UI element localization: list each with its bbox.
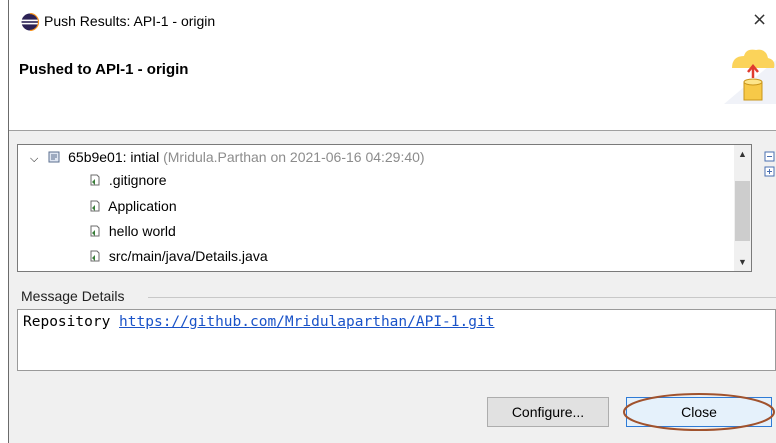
section-divider — [148, 297, 776, 298]
file-label: Application — [108, 198, 177, 214]
collapse-all-icon[interactable] — [764, 151, 775, 162]
commit-icon — [48, 151, 60, 163]
commit-meta: (Mridula.Parthan on 2021-06-16 04:29:40) — [163, 149, 425, 165]
tree-row-file[interactable]: hello world — [89, 220, 176, 242]
header-area — [9, 44, 776, 130]
repository-prefix: Repository — [23, 314, 111, 330]
java-file-icon — [90, 250, 100, 262]
message-text: Repository https://github.com/Mridulapar… — [23, 314, 494, 330]
expand-all-icon[interactable] — [764, 166, 775, 177]
configure-button[interactable]: Configure... — [487, 397, 609, 427]
commit-label: 65b9e01: intial — [68, 149, 160, 165]
file-icon — [90, 174, 100, 186]
file-label: src/main/java/Details.java — [108, 248, 268, 264]
message-details-label: Message Details — [21, 288, 125, 304]
tree-row-file[interactable]: src/main/java/Details.java — [89, 245, 268, 267]
scroll-down-icon[interactable]: ▼ — [734, 255, 751, 269]
file-label: hello world — [108, 223, 176, 239]
file-label: .gitignore — [108, 172, 167, 188]
scroll-up-icon[interactable]: ▲ — [734, 147, 751, 161]
scroll-thumb[interactable] — [735, 181, 750, 241]
tree-toolbar — [764, 151, 775, 177]
chevron-down-icon[interactable]: ⌵ — [30, 153, 38, 165]
file-icon — [90, 200, 100, 212]
close-icon[interactable]: × — [752, 10, 767, 30]
tree-row-file[interactable]: .gitignore — [89, 169, 166, 191]
file-icon — [90, 225, 100, 237]
push-results-tree[interactable]: ⌵ 65b9e01: intial (Mridula.Parthan on 20… — [17, 144, 752, 272]
highlight-annotation — [623, 393, 775, 431]
window-title: Push Results: API-1 - origin — [44, 13, 216, 29]
push-cylinder-icon — [724, 49, 776, 104]
page-title: Pushed to API-1 - origin — [19, 61, 189, 78]
repository-link[interactable]: https://github.com/Mridulaparthan/API-1.… — [119, 314, 494, 330]
tree-row-commit[interactable]: ⌵ 65b9e01: intial (Mridula.Parthan on 20… — [30, 146, 425, 168]
tree-row-file[interactable]: Application — [89, 195, 177, 217]
eclipse-icon — [21, 13, 39, 31]
